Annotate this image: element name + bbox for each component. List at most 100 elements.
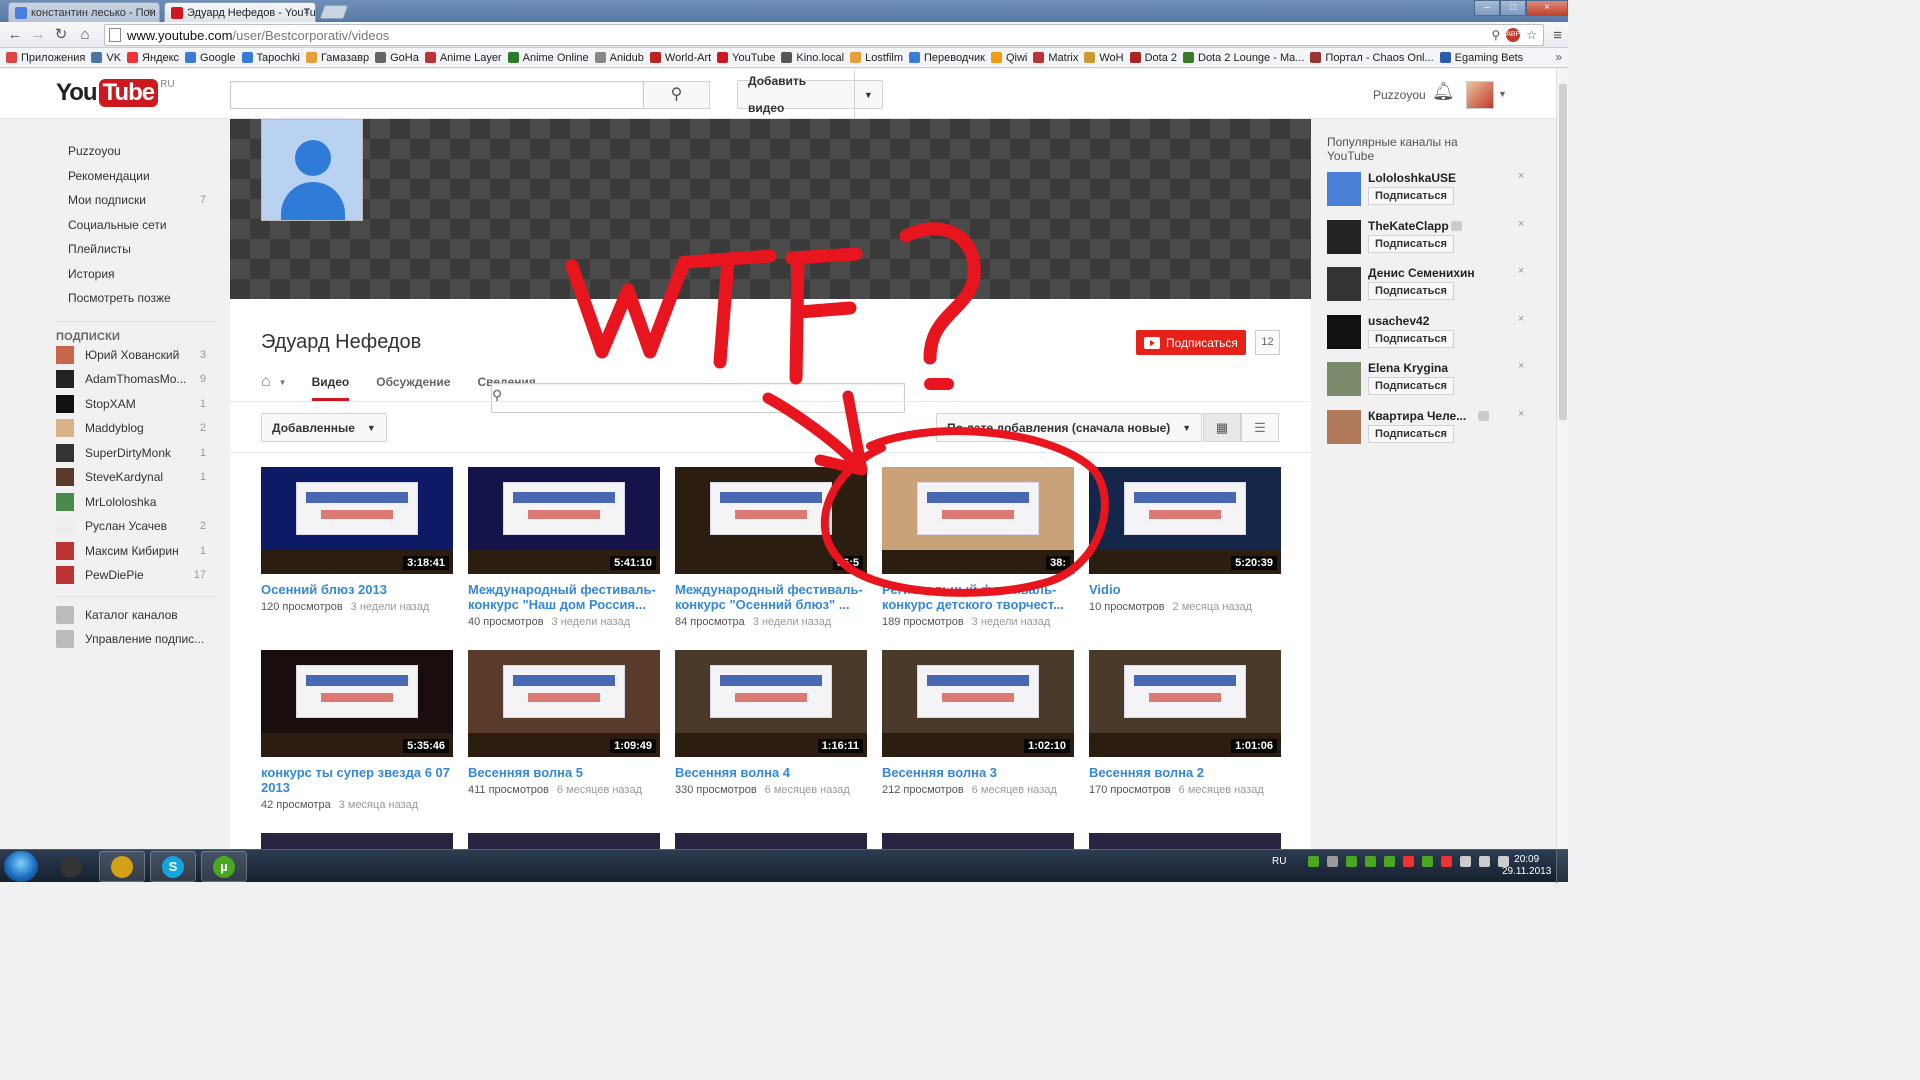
subscription-item[interactable]: Юрий Хованский 3: [56, 343, 216, 368]
video-thumbnail[interactable]: 3:18:41: [261, 467, 453, 574]
popular-channel-name[interactable]: LololoshkaUSE: [1368, 171, 1492, 185]
page-scrollbar[interactable]: [1556, 69, 1568, 849]
video-card[interactable]: 5:35:46 конкурс ты супер звезда 6 07 2013…: [261, 650, 453, 811]
subscription-item[interactable]: AdamThomasMo... 9: [56, 367, 216, 392]
subscription-item[interactable]: StopXAM 1: [56, 392, 216, 417]
video-title[interactable]: Весенняя волна 3: [882, 765, 1074, 780]
subscription-item[interactable]: Максим Кибирин 1: [56, 539, 216, 564]
video-title[interactable]: Региональный фестиваль-конкурс детского …: [882, 582, 1074, 612]
taskbar-utorrent-button[interactable]: µ: [201, 851, 247, 882]
popular-subscribe-button[interactable]: Подписаться: [1368, 282, 1454, 300]
close-tab-icon[interactable]: ×: [304, 6, 310, 18]
channel-avatar[interactable]: [1327, 409, 1361, 444]
popular-channel-name[interactable]: usachev42: [1368, 314, 1492, 328]
channel-avatar[interactable]: [1327, 362, 1361, 396]
dismiss-icon[interactable]: ×: [1518, 408, 1524, 420]
adblock-icon[interactable]: ABP: [1506, 28, 1520, 42]
back-icon[interactable]: ←: [6, 26, 24, 44]
bookmark-star-icon[interactable]: ☆: [1526, 28, 1537, 42]
channel-avatar[interactable]: [1327, 219, 1361, 254]
video-thumbnail[interactable]: [261, 833, 453, 849]
subscription-item[interactable]: SuperDirtyMonk 1: [56, 441, 216, 466]
video-card-partial[interactable]: [1089, 833, 1281, 849]
bookmark-item[interactable]: Tapochki: [241, 52, 300, 64]
bookmark-item[interactable]: Google: [185, 52, 236, 64]
list-view-icon[interactable]: ☰: [1241, 413, 1279, 442]
bookmark-item[interactable]: Гамазавр: [305, 52, 369, 64]
tray-icon[interactable]: [1460, 856, 1472, 867]
video-card[interactable]: 1:09:49 Весенняя волна 5 411 просмотров 6 м…: [468, 650, 660, 796]
guide-item[interactable]: Плейлисты: [56, 237, 216, 262]
video-card[interactable]: 1:16:11 Весенняя волна 4 330 просмотров 6 м…: [675, 650, 867, 796]
video-title[interactable]: Осенний блюз 2013: [261, 582, 453, 597]
bookmark-item[interactable]: Anime Online: [507, 52, 589, 64]
dismiss-icon[interactable]: ×: [1518, 170, 1524, 182]
subscription-item[interactable]: Maddyblog 2: [56, 416, 216, 441]
clock[interactable]: 20:09 29.11.2013: [1502, 854, 1551, 878]
dismiss-icon[interactable]: ×: [1518, 360, 1524, 372]
video-card[interactable]: 38: Региональный фестиваль-конкурс детско…: [882, 467, 1074, 628]
tray-icon[interactable]: [1403, 856, 1415, 867]
home-icon[interactable]: ⌂: [261, 371, 271, 393]
video-thumbnail[interactable]: 5:35:46: [261, 650, 453, 757]
video-card[interactable]: 3:18:41 Осенний блюз 2013 120 просмотров 3 …: [261, 467, 453, 613]
bookmark-item[interactable]: Egaming Bets: [1439, 52, 1523, 64]
video-card-partial[interactable]: [468, 833, 660, 849]
minimize-icon[interactable]: –: [1474, 0, 1500, 16]
video-card[interactable]: 36:5 Международный фестиваль-конкурс "Осе…: [675, 467, 867, 628]
video-title[interactable]: Весенняя волна 2: [1089, 765, 1281, 780]
bookmark-item[interactable]: YouTube: [717, 52, 775, 64]
video-card[interactable]: 1:01:06 Весенняя волна 2 170 просмотров 6 м…: [1089, 650, 1281, 796]
popular-subscribe-button[interactable]: Подписаться: [1368, 234, 1454, 253]
close-tab-icon[interactable]: ×: [148, 6, 154, 18]
tray-icon[interactable]: [1365, 856, 1377, 867]
bookmark-item[interactable]: World-Art: [649, 52, 711, 64]
bookmarks-overflow[interactable]: »: [1555, 50, 1562, 64]
guide-item[interactable]: Посмотреть позже: [56, 286, 216, 311]
video-thumbnail[interactable]: 36:5: [675, 467, 867, 574]
chevron-down-icon[interactable]: ▼: [855, 90, 882, 100]
taskbar-skype-button[interactable]: S: [150, 851, 196, 882]
guide-item[interactable]: Социальные сети: [56, 213, 216, 238]
dismiss-icon[interactable]: ×: [1518, 313, 1524, 325]
chrome-menu-icon[interactable]: ≡: [1553, 27, 1562, 44]
browser-tab-1[interactable]: Эдуард Нефедов - YouTu ×: [164, 2, 316, 22]
bookmark-item[interactable]: Яндекс: [127, 52, 179, 64]
bookmark-item[interactable]: Kino.local: [781, 52, 844, 64]
tray-icon[interactable]: [1422, 856, 1434, 867]
chevron-down-icon[interactable]: ▼: [1498, 89, 1507, 99]
tab-videos[interactable]: Видео: [311, 371, 350, 401]
tray-icon[interactable]: [1327, 856, 1339, 867]
video-title[interactable]: Vidio: [1089, 582, 1281, 597]
video-thumbnail[interactable]: 1:16:11: [675, 650, 867, 757]
chevron-down-icon[interactable]: ▼: [279, 371, 287, 395]
video-thumbnail[interactable]: 5:41:10: [468, 467, 660, 574]
channel-search-icon[interactable]: ⚲: [491, 383, 905, 413]
popular-channel-name[interactable]: Денис Семенихин: [1368, 266, 1492, 280]
video-card-partial[interactable]: [882, 833, 1074, 849]
language-indicator[interactable]: RU: [1272, 856, 1286, 867]
avatar[interactable]: [1466, 81, 1494, 109]
show-desktop-button[interactable]: [1556, 850, 1568, 883]
bell-icon[interactable]: 🔔︎: [1432, 81, 1455, 102]
popular-subscribe-button[interactable]: Подписаться: [1368, 187, 1454, 205]
bookmark-item[interactable]: Anime Layer: [424, 52, 502, 64]
channel-title[interactable]: Эдуард Нефедов: [261, 331, 421, 354]
bookmark-item[interactable]: Приложения: [6, 52, 85, 64]
bookmark-item[interactable]: Qiwi: [990, 52, 1027, 64]
video-thumbnail[interactable]: 5:20:39: [1089, 467, 1281, 574]
subscribe-button[interactable]: Подписаться: [1136, 330, 1246, 355]
popular-channel-name[interactable]: Elena Krygina: [1368, 361, 1492, 375]
video-card-partial[interactable]: [675, 833, 867, 849]
forward-icon[interactable]: →: [29, 26, 47, 44]
popular-subscribe-button[interactable]: Подписаться: [1368, 329, 1454, 348]
tray-icon[interactable]: [1308, 856, 1320, 867]
bookmark-item[interactable]: Переводчик: [909, 52, 985, 64]
close-window-icon[interactable]: ×: [1526, 0, 1568, 16]
tray-icon[interactable]: [1346, 856, 1358, 867]
video-card[interactable]: 5:41:10 Международный фестиваль-конкурс "…: [468, 467, 660, 628]
tab-discussion[interactable]: Обсуждение: [376, 371, 450, 401]
upload-button[interactable]: Добавить видео ▼: [737, 69, 883, 122]
guide-item[interactable]: Puzzoyou: [56, 139, 216, 164]
search-input[interactable]: [230, 81, 644, 109]
